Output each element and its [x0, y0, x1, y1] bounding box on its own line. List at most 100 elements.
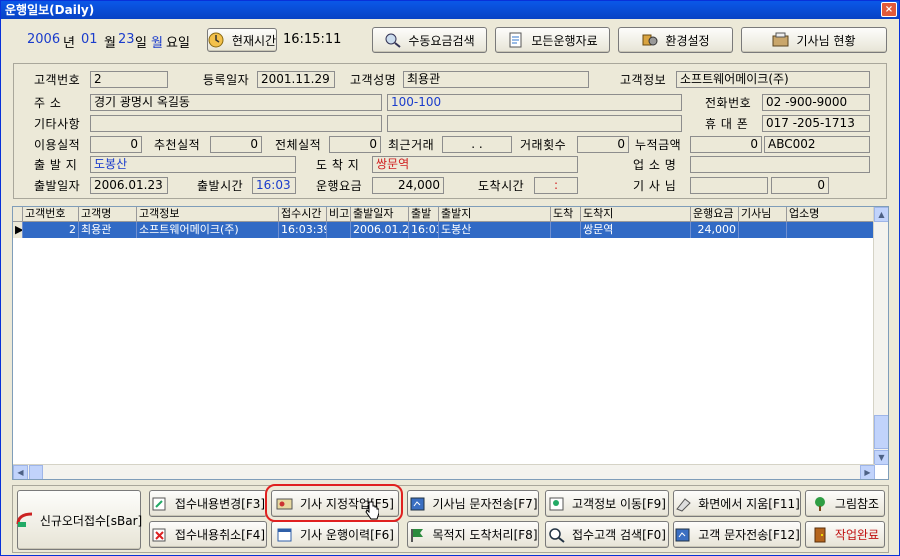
arrival-field[interactable]: 쌍문역	[372, 156, 578, 173]
current-time: 16:15:11	[283, 32, 342, 47]
customer-no-field[interactable]: 2	[90, 71, 168, 88]
settings-button[interactable]: 환경설정	[618, 27, 733, 53]
total-field[interactable]: 0	[329, 136, 381, 153]
weekday-unit: 요일	[166, 36, 190, 51]
usage-label: 이용실적	[34, 138, 81, 152]
orders-grid[interactable]: 고객번호 고객명 고객정보 접수시간 비고 출발일자 출발 출발지 도착 도착지…	[12, 206, 889, 480]
col-fare[interactable]: 운행요금	[691, 207, 739, 222]
picture-reference-button[interactable]: 그림참조	[805, 490, 885, 517]
recent-field[interactable]: . .	[442, 136, 512, 153]
magnifier-icon	[548, 527, 566, 543]
trade-count-field[interactable]: 0	[577, 136, 629, 153]
customer-name-field[interactable]: 최용관	[403, 71, 589, 88]
business-label: 업 소 명	[633, 158, 677, 172]
search-customer-button[interactable]: 접수고객 검색[F0]	[545, 521, 669, 548]
row-indicator-header	[13, 207, 23, 222]
scroll-right-icon[interactable]: ▶	[860, 465, 875, 479]
etc-detail-field[interactable]	[387, 115, 682, 132]
reg-date-field[interactable]: 2001.11.29	[257, 71, 335, 88]
cell-customer-no: 2	[23, 222, 79, 238]
now-time-button[interactable]: 현재시간	[207, 28, 277, 52]
arrive-time-field[interactable]: :	[534, 177, 578, 194]
now-time-label: 현재시간	[231, 33, 277, 48]
fare-label: 운행요금	[316, 179, 363, 193]
top-bar: 2006 년 01 월 23 일 월 요일 현재시간 16:15:11 수동요금…	[1, 19, 899, 61]
col-customer-name[interactable]: 고객명	[79, 207, 137, 222]
scroll-left-icon[interactable]: ◀	[13, 465, 28, 479]
cancel-order-button[interactable]: 접수내용취소[F4]	[149, 521, 267, 548]
referral-field[interactable]: 0	[210, 136, 262, 153]
customer-name-label: 고객성명	[350, 73, 397, 87]
col-received-time[interactable]: 접수시간	[279, 207, 327, 222]
destination-arrive-label: 목적지 도착처리[F8]	[432, 528, 538, 542]
address-field[interactable]: 경기 광명시 옥길동	[90, 94, 382, 111]
settings-label: 환경설정	[665, 33, 710, 48]
col-business[interactable]: 업소명	[787, 207, 875, 222]
departure-field[interactable]: 도봉산	[90, 156, 296, 173]
col-depart-date[interactable]: 출발일자	[351, 207, 409, 222]
driver-label: 기 사 님	[633, 179, 677, 193]
business-field[interactable]	[690, 156, 870, 173]
clock-icon	[208, 32, 226, 48]
depart-date-field[interactable]: 2006.01.23	[90, 177, 168, 194]
hscroll-thumb[interactable]	[29, 465, 43, 479]
driver-field[interactable]	[690, 177, 768, 194]
driver-history-label: 기사 운행이력[F6]	[300, 528, 394, 542]
vertical-scrollbar[interactable]: ▲ ▼	[873, 207, 888, 465]
col-arrive[interactable]: 도착	[551, 207, 581, 222]
driver-status-button[interactable]: 기사님 현황	[741, 27, 887, 53]
scroll-thumb[interactable]	[874, 415, 888, 449]
scroll-down-icon[interactable]: ▼	[874, 450, 888, 465]
phone-icon	[16, 512, 34, 528]
cell-received-time: 16:03:39	[281, 222, 327, 238]
main-window: 운행일보(Daily) × 2006 년 01 월 23 일 월 요일 현재시간…	[0, 0, 900, 556]
row-pointer-icon: ▶	[13, 222, 23, 238]
reg-date-label: 등록일자	[203, 73, 250, 87]
new-order-button[interactable]: 신규오더접수[sBar]	[16, 490, 142, 550]
col-customer-info[interactable]: 고객정보	[137, 207, 279, 222]
horizontal-scrollbar[interactable]: ◀ ▶	[13, 464, 875, 479]
customer-info-field[interactable]: 소프트웨어메이크(주)	[676, 71, 870, 88]
all-records-button[interactable]: 모든운행자료	[495, 27, 610, 53]
customer-sms-button[interactable]: 고객 문자전송[F12]	[673, 521, 801, 548]
col-destination[interactable]: 도착지	[581, 207, 691, 222]
phone-field[interactable]: 02 -900-9000	[762, 94, 870, 111]
cell-fare: 24,000	[691, 222, 739, 238]
calendar-icon	[276, 527, 294, 543]
close-button[interactable]: ×	[881, 2, 897, 17]
job-done-button[interactable]: 작업완료	[805, 521, 885, 548]
mobile-field[interactable]: 017 -205-1713	[762, 115, 870, 132]
driver-sms-label: 기사님 문자전송[F7]	[432, 497, 538, 511]
customer-info-label: 고객정보	[620, 73, 667, 87]
accum-code-field[interactable]: ABC002	[764, 136, 870, 153]
cell-departure: 도봉산	[439, 222, 551, 238]
clear-screen-button[interactable]: 화면에서 지움[F11]	[673, 490, 801, 517]
address-label: 주 소	[34, 96, 62, 110]
referral-label: 추천실적	[154, 138, 201, 152]
cancel-icon	[151, 527, 169, 543]
eraser-icon	[674, 496, 692, 512]
manual-fee-search-button[interactable]: 수동요금검색	[372, 27, 487, 53]
destination-arrive-button[interactable]: 목적지 도착처리[F8]	[407, 521, 539, 548]
depart-time-field[interactable]: 16:03	[252, 177, 296, 194]
col-departure[interactable]: 출발지	[439, 207, 551, 222]
col-depart-time[interactable]: 출발	[409, 207, 439, 222]
fare-field[interactable]: 24,000	[372, 177, 444, 194]
address-detail-field[interactable]: 100-100	[387, 94, 682, 111]
accum-field[interactable]: 0	[690, 136, 762, 153]
driver-sms-button[interactable]: 기사님 문자전송[F7]	[407, 490, 539, 517]
etc-field[interactable]	[90, 115, 382, 132]
cell-depart-time: 16:03	[409, 222, 439, 238]
driver-no-field[interactable]: 0	[771, 177, 829, 194]
col-customer-no[interactable]: 고객번호	[23, 207, 79, 222]
customer-form: 고객번호 2 등록일자 2001.11.29 고객성명 최용관 고객정보 소프트…	[13, 63, 887, 199]
move-customer-info-button[interactable]: 고객정보 이동[F9]	[545, 490, 669, 517]
driver-history-button[interactable]: 기사 운행이력[F6]	[271, 521, 399, 548]
usage-field[interactable]: 0	[90, 136, 142, 153]
change-order-button[interactable]: 접수내용변경[F3]	[149, 490, 267, 517]
year-value: 2006	[27, 32, 61, 47]
col-note[interactable]: 비고	[327, 207, 351, 222]
col-driver[interactable]: 기사님	[739, 207, 787, 222]
table-row[interactable]: ▶ 2 최용관 소프트웨어메이크(주) 16:03:39 2006.01.23 …	[13, 222, 875, 238]
scroll-up-icon[interactable]: ▲	[874, 207, 888, 222]
